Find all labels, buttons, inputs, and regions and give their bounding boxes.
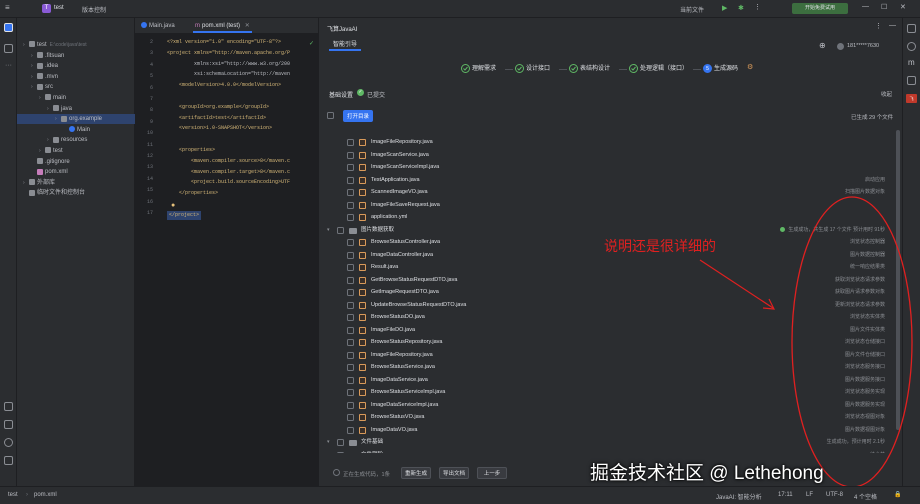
file-encoding[interactable]: UTF-8 [826,492,843,498]
lock-icon[interactable]: 🔒 [894,491,901,498]
watermark: 掘金技术社区 @ Lethehong [590,463,824,484]
breadcrumb-separator-icon: › [26,492,28,498]
cursor-position[interactable]: 17:11 [778,492,793,498]
breadcrumb-pom[interactable]: pom.xml [34,492,57,498]
annotation-overlay [699,196,913,488]
plugin-status[interactable]: JavaAI: 智能分析 [716,492,762,501]
breadcrumb-test[interactable]: test [8,492,18,498]
status-bar: test › pom.xml JavaAI: 智能分析 17:11 LF UTF… [0,486,920,504]
annotation-text: 说明还是很详细的 [604,238,716,254]
line-separator[interactable]: LF [806,492,813,498]
annotation-ellipse [791,196,913,488]
annotation-arrow [699,259,774,309]
indent-setting[interactable]: 4 个空格 [854,492,877,501]
